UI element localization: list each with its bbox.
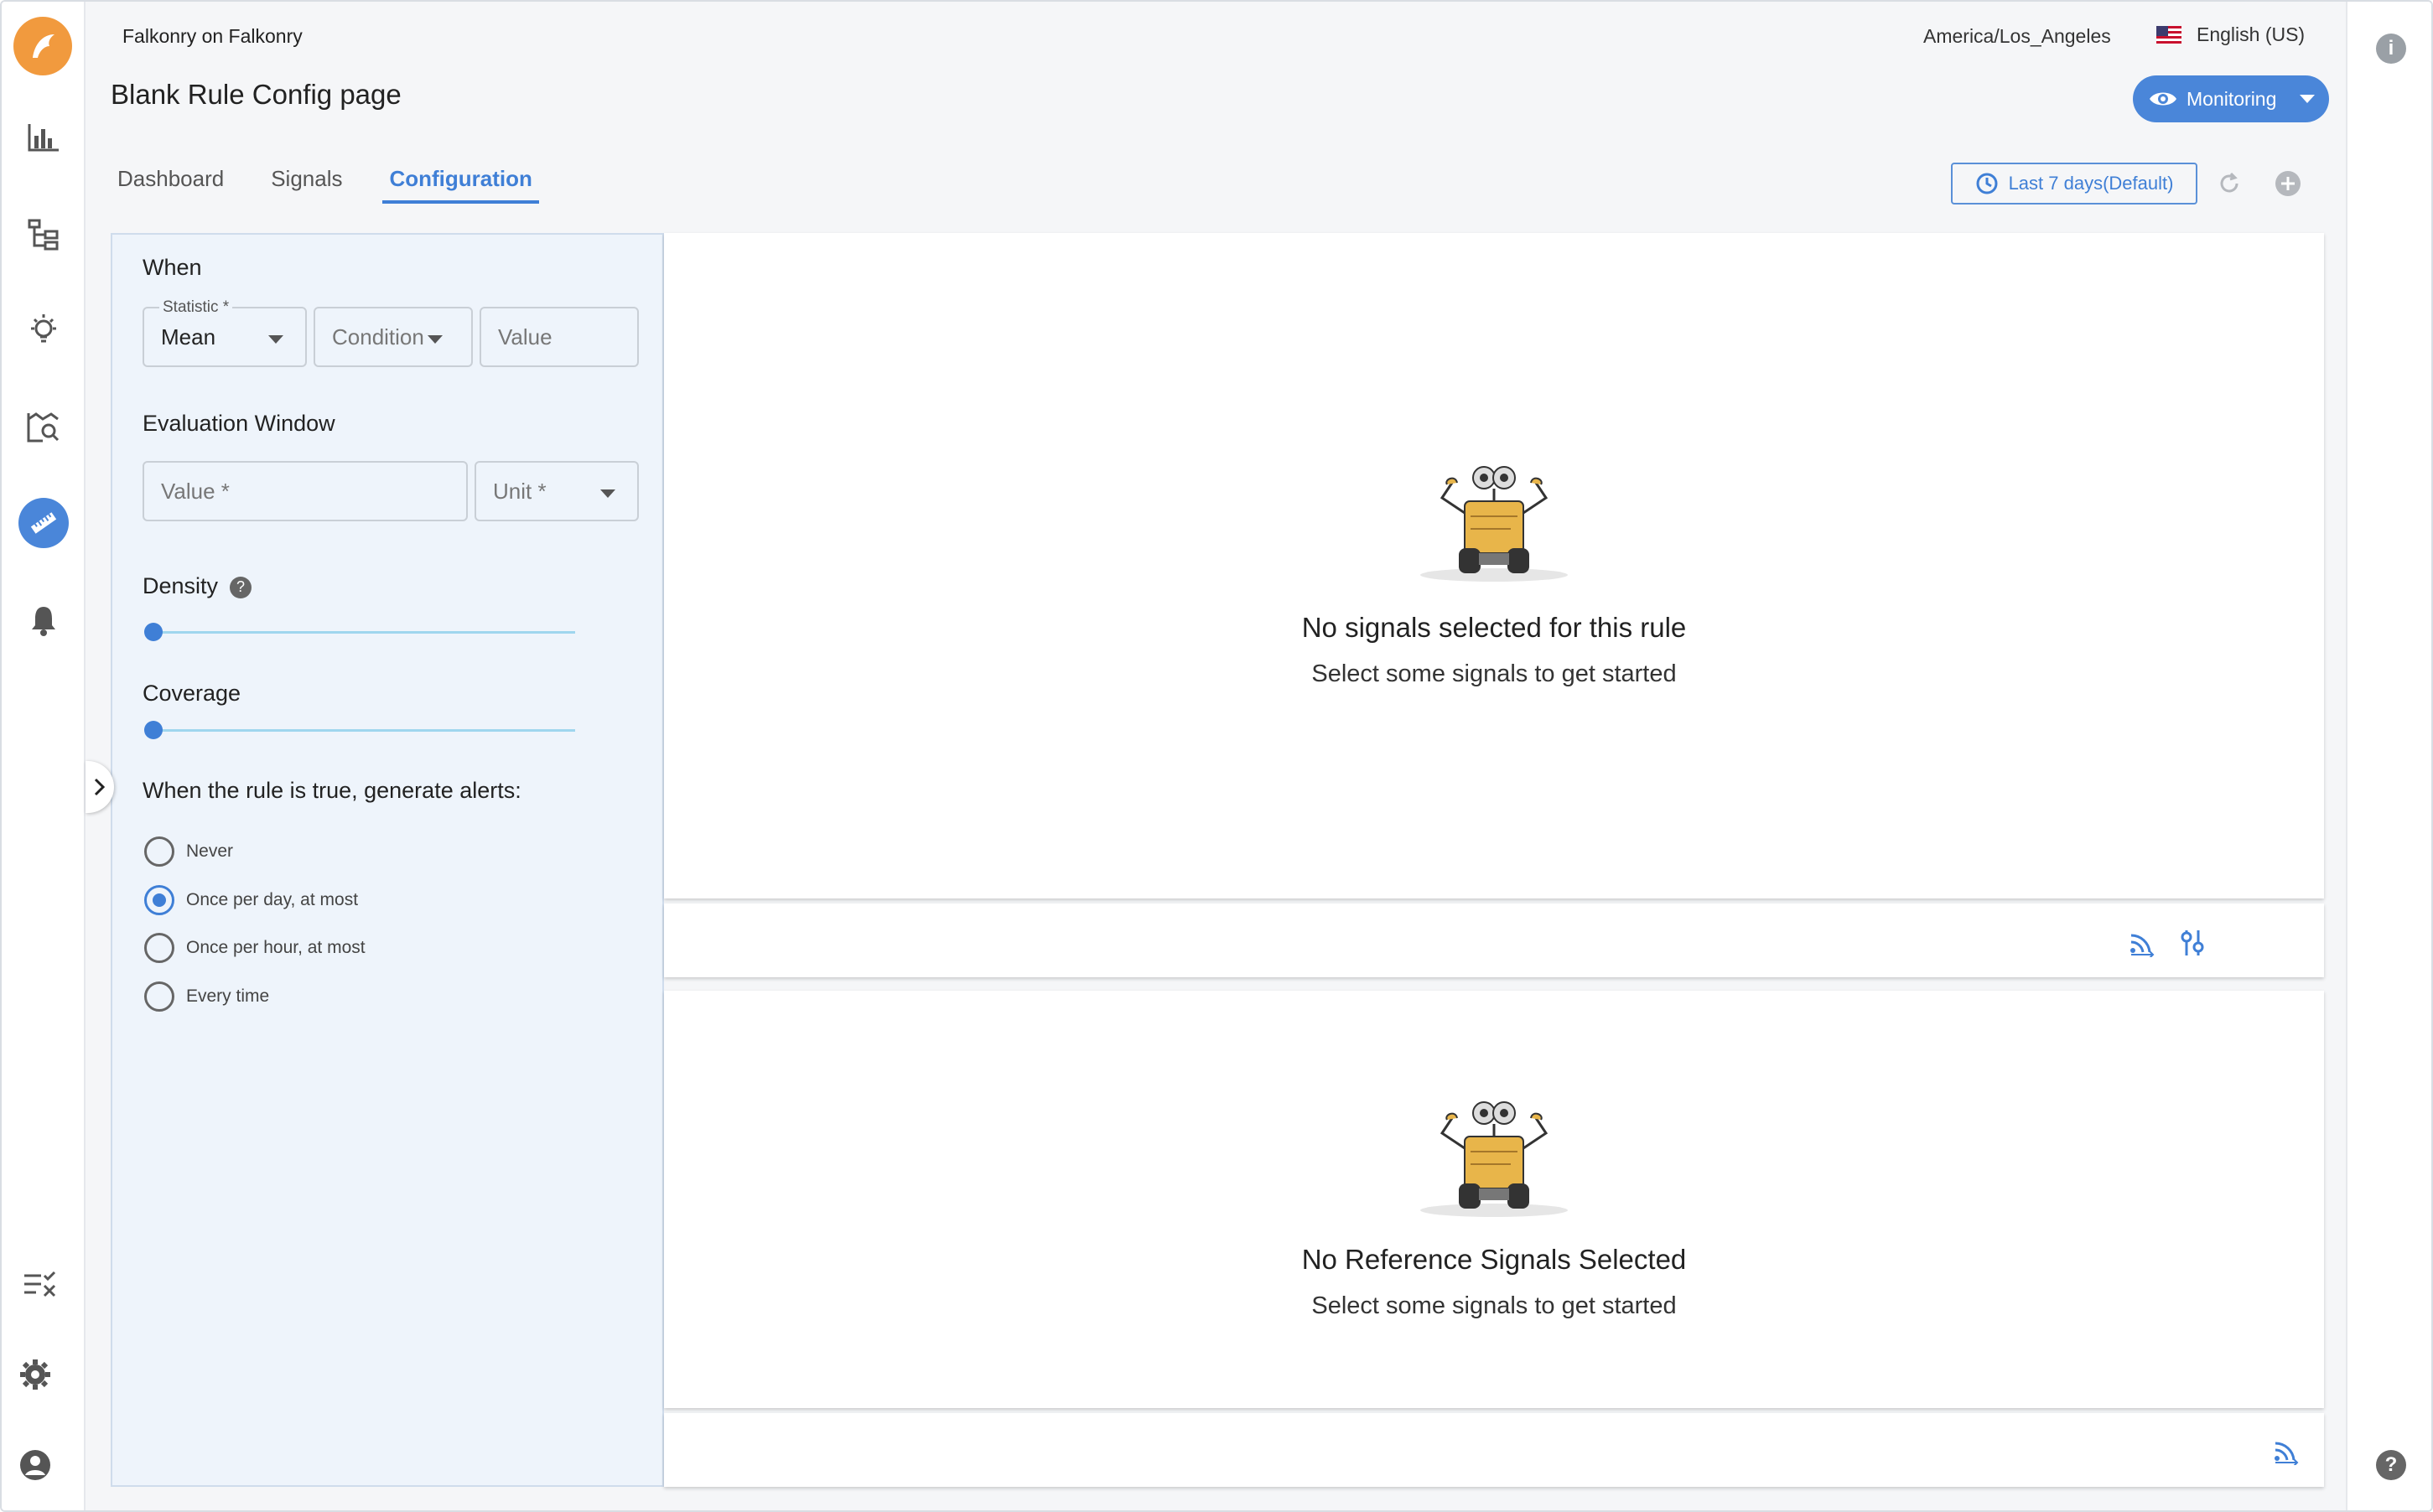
- help-icon[interactable]: ?: [230, 576, 252, 598]
- statistic-label: Statistic *: [159, 298, 233, 317]
- signals-card: No signals selected for this rule Select…: [664, 233, 2324, 898]
- radio-button-checked[interactable]: [144, 885, 174, 915]
- language-label: English (US): [2197, 23, 2306, 45]
- value-input[interactable]: Value: [480, 307, 639, 367]
- condition-placeholder: Condition: [332, 324, 424, 350]
- main-content: Falkonry on Falkonry America/Los_Angeles…: [86, 2, 2349, 1510]
- hierarchy-icon[interactable]: [18, 210, 69, 260]
- chevron-down-icon: [2300, 95, 2316, 103]
- tab-dashboard[interactable]: Dashboard: [111, 166, 231, 204]
- dashboard-chart-icon[interactable]: [18, 112, 69, 163]
- help-icon[interactable]: ?: [2376, 1450, 2406, 1480]
- condition-select[interactable]: Condition: [314, 307, 473, 367]
- rules-ruler-icon[interactable]: [18, 498, 69, 548]
- density-title: Density?: [143, 573, 252, 599]
- density-label: Density: [143, 573, 219, 598]
- refresh-icon[interactable]: [2215, 169, 2244, 198]
- empty-state-subtitle: Select some signals to get started: [1311, 660, 1677, 687]
- language-selector[interactable]: English (US): [2156, 23, 2305, 46]
- coverage-slider[interactable]: [149, 729, 575, 732]
- falkonry-logo-icon[interactable]: [13, 17, 72, 75]
- empty-state-subtitle: Select some signals to get started: [1311, 1292, 1677, 1319]
- timezone-label[interactable]: America/Los_Angeles: [1923, 25, 2111, 48]
- time-range-button[interactable]: Last 7 days(Default): [1951, 163, 2197, 205]
- task-list-icon[interactable]: [15, 1259, 65, 1309]
- when-section-title: When: [143, 255, 202, 280]
- density-slider-thumb[interactable]: [144, 623, 163, 641]
- clock-icon: [1976, 173, 1998, 194]
- chevron-down-icon: [268, 335, 283, 344]
- reference-card-footer: [664, 1413, 2324, 1487]
- radio-button[interactable]: [144, 933, 174, 963]
- chevron-down-icon: [428, 335, 443, 344]
- reference-signals-card: No Reference Signals Selected Select som…: [664, 991, 2324, 1408]
- alert-option-label: Never: [186, 841, 234, 861]
- monitoring-button[interactable]: Monitoring: [2133, 75, 2329, 122]
- notifications-bell-icon[interactable]: [18, 595, 69, 645]
- org-name: Falkonry on Falkonry: [122, 25, 303, 47]
- chevron-right-icon: [94, 778, 106, 796]
- coverage-slider-thumb[interactable]: [144, 721, 163, 739]
- statistic-select[interactable]: Statistic * Mean: [143, 298, 307, 367]
- account-avatar-icon[interactable]: [10, 1440, 60, 1490]
- alert-option-once-per-day[interactable]: Once per day, at most: [144, 885, 358, 915]
- signals-card-footer: [664, 904, 2324, 977]
- eval-unit-select[interactable]: Unit *: [475, 461, 639, 521]
- density-slider[interactable]: [149, 631, 575, 634]
- empty-state-title: No Reference Signals Selected: [1301, 1244, 1687, 1275]
- tune-icon[interactable]: [2180, 929, 2205, 961]
- insights-bulb-icon[interactable]: [18, 305, 69, 355]
- alert-option-every-time[interactable]: Every time: [144, 981, 269, 1012]
- eye-icon: [2150, 92, 2176, 106]
- tab-bar: Dashboard Signals Configuration: [111, 166, 573, 204]
- alerts-title: When the rule is true, generate alerts:: [143, 778, 521, 803]
- stream-icon[interactable]: [2128, 932, 2156, 961]
- value-placeholder: Value: [498, 324, 552, 350]
- settings-gear-icon[interactable]: [10, 1349, 60, 1400]
- eval-value-input[interactable]: Value *: [143, 461, 468, 521]
- chevron-down-icon: [600, 489, 615, 498]
- app-window: Falkonry on Falkonry America/Los_Angeles…: [0, 0, 2433, 1512]
- tab-signals[interactable]: Signals: [264, 166, 349, 204]
- page-title: Blank Rule Config page: [111, 79, 402, 110]
- robot-illustration: [1420, 1101, 1568, 1217]
- add-circle-icon[interactable]: [2274, 169, 2302, 198]
- statistic-value: Mean: [161, 324, 216, 350]
- alert-option-label: Once per hour, at most: [186, 938, 366, 957]
- alert-option-label: Every time: [186, 986, 270, 1006]
- robot-illustration: [1420, 466, 1568, 582]
- alert-option-label: Once per day, at most: [186, 890, 359, 909]
- empty-state-title: No signals selected for this rule: [1301, 612, 1687, 643]
- stream-icon[interactable]: [2272, 1440, 2301, 1469]
- tab-configuration[interactable]: Configuration: [382, 166, 539, 204]
- eval-unit-placeholder: Unit *: [493, 478, 547, 504]
- eval-value-placeholder: Value *: [161, 478, 230, 504]
- rule-config-panel: When Statistic * Mean Condition Value Ev…: [111, 233, 664, 1487]
- alert-option-never[interactable]: Never: [144, 836, 233, 867]
- coverage-title: Coverage: [143, 681, 241, 706]
- us-flag-icon: [2156, 25, 2181, 44]
- info-icon[interactable]: i: [2376, 34, 2406, 64]
- radio-button[interactable]: [144, 981, 174, 1012]
- time-range-label: Last 7 days(Default): [2008, 173, 2174, 194]
- top-bar: Falkonry on Falkonry America/Los_Angeles…: [86, 2, 2349, 72]
- explore-search-icon[interactable]: [18, 402, 69, 453]
- radio-button[interactable]: [144, 836, 174, 867]
- evaluation-window-title: Evaluation Window: [143, 411, 335, 436]
- alert-option-once-per-hour[interactable]: Once per hour, at most: [144, 933, 366, 963]
- monitoring-label: Monitoring: [2187, 87, 2277, 110]
- left-nav-rail: [2, 2, 86, 1510]
- right-rail: i ?: [2346, 2, 2431, 1510]
